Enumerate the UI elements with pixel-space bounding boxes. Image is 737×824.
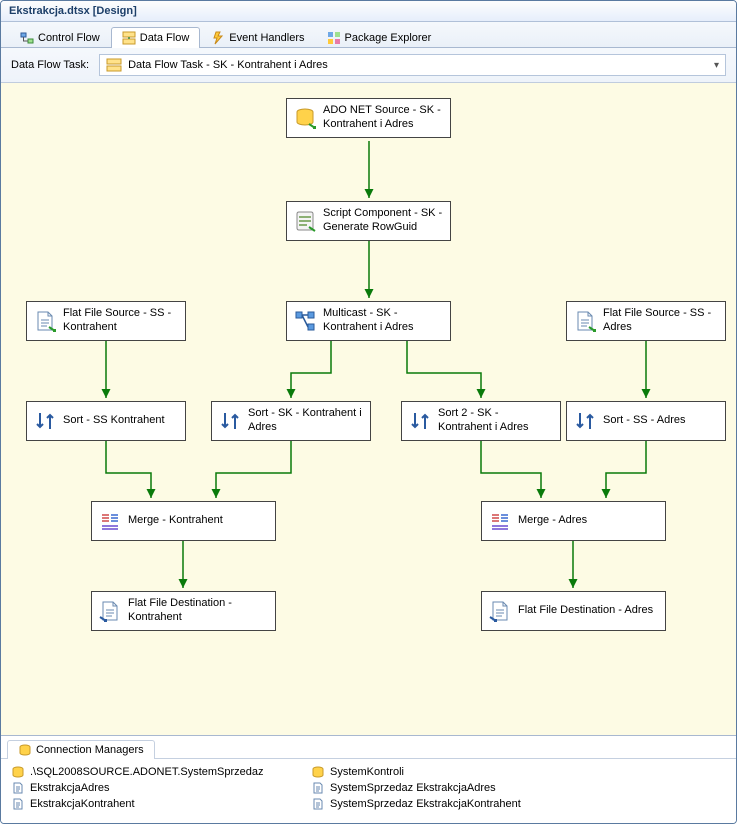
package-explorer-icon <box>327 31 341 45</box>
node-multicast[interactable]: Multicast - SK - Kontrahent i Adres <box>286 301 451 341</box>
dropdown-value: Data Flow Task - SK - Kontrahent i Adres <box>128 59 328 71</box>
tab-package-explorer[interactable]: Package Explorer <box>316 27 443 48</box>
connection-label: SystemKontroli <box>330 766 404 778</box>
tab-label: Event Handlers <box>229 32 304 44</box>
connection-item[interactable]: EkstrakcjaAdres <box>11 781 291 795</box>
node-label: Sort - SK - Kontrahent i Adres <box>248 407 364 435</box>
bottom-tab-label: Connection Managers <box>36 744 144 756</box>
connection-label: EkstrakcjaAdres <box>30 782 109 794</box>
tab-control-flow[interactable]: Control Flow <box>9 27 111 48</box>
connection-label: EkstrakcjaKontrahent <box>30 798 135 810</box>
sort-icon <box>408 409 432 433</box>
task-selector-row: Data Flow Task: Data Flow Task - SK - Ko… <box>1 48 736 83</box>
node-label: ADO NET Source - SK - Kontrahent i Adres <box>323 104 444 132</box>
merge-icon <box>98 509 122 533</box>
tab-connection-managers[interactable]: Connection Managers <box>7 740 155 759</box>
node-label: Flat File Destination - Adres <box>518 604 659 618</box>
node-script-component[interactable]: Script Component - SK - Generate RowGuid <box>286 201 451 241</box>
connection-managers-icon <box>18 743 32 757</box>
connection-item[interactable]: .\SQL2008SOURCE.ADONET.SystemSprzedaz <box>11 765 291 779</box>
node-sort-sk-kontrahent[interactable]: Sort - SK - Kontrahent i Adres <box>211 401 371 441</box>
data-flow-task-icon <box>106 57 122 73</box>
node-label: Script Component - SK - Generate RowGuid <box>323 207 444 235</box>
node-merge-adres[interactable]: Merge - Adres <box>481 501 666 541</box>
flat-file-destination-icon <box>488 599 512 623</box>
data-flow-task-dropdown[interactable]: Data Flow Task - SK - Kontrahent i Adres <box>99 54 726 76</box>
node-sort2-sk[interactable]: Sort 2 - SK - Kontrahent i Adres <box>401 401 561 441</box>
sort-icon <box>218 409 242 433</box>
node-label: Multicast - SK - Kontrahent i Adres <box>323 307 444 335</box>
designer-window: Ekstrakcja.dtsx [Design] Control Flow Da… <box>0 0 737 824</box>
sort-icon <box>33 409 57 433</box>
bottom-tabs: Connection Managers <box>1 736 736 759</box>
merge-icon <box>488 509 512 533</box>
connection-item[interactable]: SystemSprzedaz EkstrakcjaKontrahent <box>311 797 591 811</box>
connection-item[interactable]: SystemKontroli <box>311 765 591 779</box>
node-flatfile-dest-adres[interactable]: Flat File Destination - Adres <box>481 591 666 631</box>
connection-managers-panel: Connection Managers .\SQL2008SOURCE.ADON… <box>1 735 736 823</box>
connection-item[interactable]: EkstrakcjaKontrahent <box>11 797 291 811</box>
node-label: Flat File Destination - Kontrahent <box>128 597 269 625</box>
node-label: Merge - Kontrahent <box>128 514 269 528</box>
file-connection-icon <box>11 797 25 811</box>
connection-item[interactable]: SystemSprzedaz EkstrakcjaAdres <box>311 781 591 795</box>
node-sort-ss-adres[interactable]: Sort - SS - Adres <box>566 401 726 441</box>
node-flatfile-source-kontrahent[interactable]: Flat File Source - SS - Kontrahent <box>26 301 186 341</box>
task-label: Data Flow Task: <box>11 59 89 71</box>
tab-label: Control Flow <box>38 32 100 44</box>
connection-list: .\SQL2008SOURCE.ADONET.SystemSprzedaz Sy… <box>1 759 736 817</box>
connection-label: SystemSprzedaz EkstrakcjaAdres <box>330 782 496 794</box>
control-flow-icon <box>20 31 34 45</box>
db-connection-icon <box>311 765 325 779</box>
connection-label: SystemSprzedaz EkstrakcjaKontrahent <box>330 798 521 810</box>
file-connection-icon <box>311 781 325 795</box>
node-label: Sort - SS - Adres <box>603 414 719 428</box>
flat-file-destination-icon <box>98 599 122 623</box>
file-connection-icon <box>11 781 25 795</box>
database-source-icon <box>293 106 317 130</box>
tab-data-flow[interactable]: Data Flow <box>111 27 201 48</box>
node-label: Sort - SS Kontrahent <box>63 414 179 428</box>
file-connection-icon <box>311 797 325 811</box>
flat-file-source-icon <box>573 309 597 333</box>
node-ado-net-source[interactable]: ADO NET Source - SK - Kontrahent i Adres <box>286 98 451 138</box>
tab-label: Package Explorer <box>345 32 432 44</box>
node-flatfile-source-adres[interactable]: Flat File Source - SS - Adres <box>566 301 726 341</box>
multicast-icon <box>293 309 317 333</box>
db-connection-icon <box>11 765 25 779</box>
designer-tabs: Control Flow Data Flow Event Handlers Pa… <box>1 22 736 48</box>
tab-label: Data Flow <box>140 32 190 44</box>
data-flow-icon <box>122 31 136 45</box>
script-icon <box>293 209 317 233</box>
tab-event-handlers[interactable]: Event Handlers <box>200 27 315 48</box>
flat-file-source-icon <box>33 309 57 333</box>
event-handlers-icon <box>211 31 225 45</box>
node-label: Sort 2 - SK - Kontrahent i Adres <box>438 407 554 435</box>
data-flow-canvas[interactable]: ADO NET Source - SK - Kontrahent i Adres… <box>1 83 736 735</box>
node-sort-ss-kontrahent[interactable]: Sort - SS Kontrahent <box>26 401 186 441</box>
sort-icon <box>573 409 597 433</box>
window-title: Ekstrakcja.dtsx [Design] <box>1 1 736 22</box>
connection-label: .\SQL2008SOURCE.ADONET.SystemSprzedaz <box>30 766 264 778</box>
node-flatfile-dest-kontrahent[interactable]: Flat File Destination - Kontrahent <box>91 591 276 631</box>
node-merge-kontrahent[interactable]: Merge - Kontrahent <box>91 501 276 541</box>
node-label: Flat File Source - SS - Kontrahent <box>63 307 179 335</box>
node-label: Flat File Source - SS - Adres <box>603 307 719 335</box>
node-label: Merge - Adres <box>518 514 659 528</box>
